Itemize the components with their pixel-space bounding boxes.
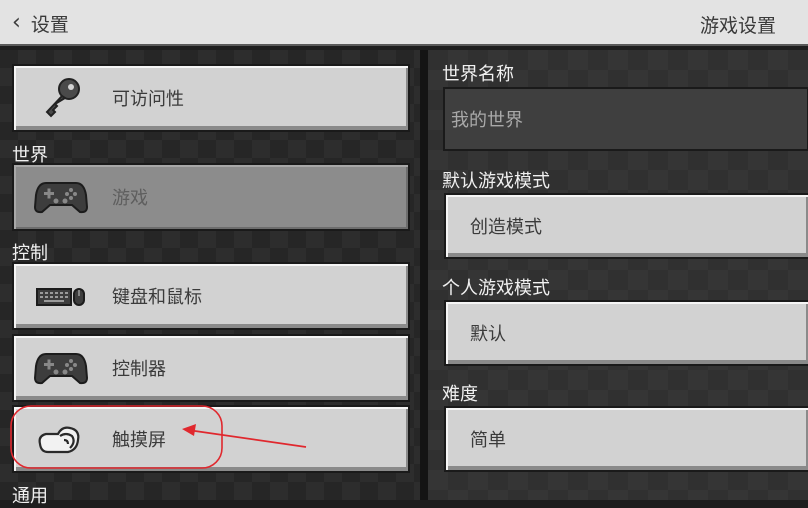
- sidebar-item-keyboard-mouse[interactable]: 键盘和鼠标: [12, 262, 410, 330]
- sidebar-item-label: 触摸屏: [112, 430, 166, 451]
- section-general: 通用: [12, 486, 48, 507]
- key-icon: [28, 76, 94, 120]
- back-label: 设置: [30, 13, 69, 36]
- sidebar-item-accessibility[interactable]: 可访问性: [12, 64, 410, 132]
- sidebar-item-label: 控制器: [112, 359, 166, 380]
- touch-hand-icon: [28, 417, 94, 461]
- default-game-mode-value: 创造模式: [470, 217, 542, 238]
- sidebar-item-label: 键盘和鼠标: [112, 287, 202, 308]
- personal-game-mode-label: 个人游戏模式: [442, 278, 550, 299]
- chevron-left-icon: ‹: [12, 10, 21, 35]
- personal-game-mode-value: 默认: [470, 324, 506, 345]
- difficulty-value: 简单: [470, 430, 506, 451]
- back-button[interactable]: ‹ 设置: [12, 9, 69, 37]
- top-bar: ‹ 设置 游戏设置: [0, 0, 808, 46]
- keyboard-mouse-icon: [28, 274, 94, 318]
- default-game-mode-label: 默认游戏模式: [442, 171, 550, 192]
- default-game-mode-select[interactable]: 创造模式: [444, 193, 808, 259]
- sidebar-item-game[interactable]: 游戏: [12, 163, 410, 231]
- sidebar-item-label: 游戏: [112, 188, 148, 209]
- sidebar-item-label: 可访问性: [112, 89, 184, 110]
- world-name-input[interactable]: 我的世界: [443, 87, 808, 151]
- difficulty-select[interactable]: 简单: [444, 406, 808, 472]
- gamepad-icon: [28, 175, 94, 219]
- panel-divider: [420, 50, 428, 500]
- controller-icon: [28, 346, 94, 390]
- world-name-label: 世界名称: [442, 64, 514, 85]
- sidebar-item-controller[interactable]: 控制器: [12, 334, 410, 402]
- sidebar-item-touchscreen[interactable]: 触摸屏: [12, 405, 410, 473]
- page-title: 游戏设置: [699, 15, 776, 37]
- difficulty-label: 难度: [442, 384, 478, 405]
- personal-game-mode-select[interactable]: 默认: [444, 300, 808, 366]
- world-name-placeholder: 我的世界: [451, 110, 523, 131]
